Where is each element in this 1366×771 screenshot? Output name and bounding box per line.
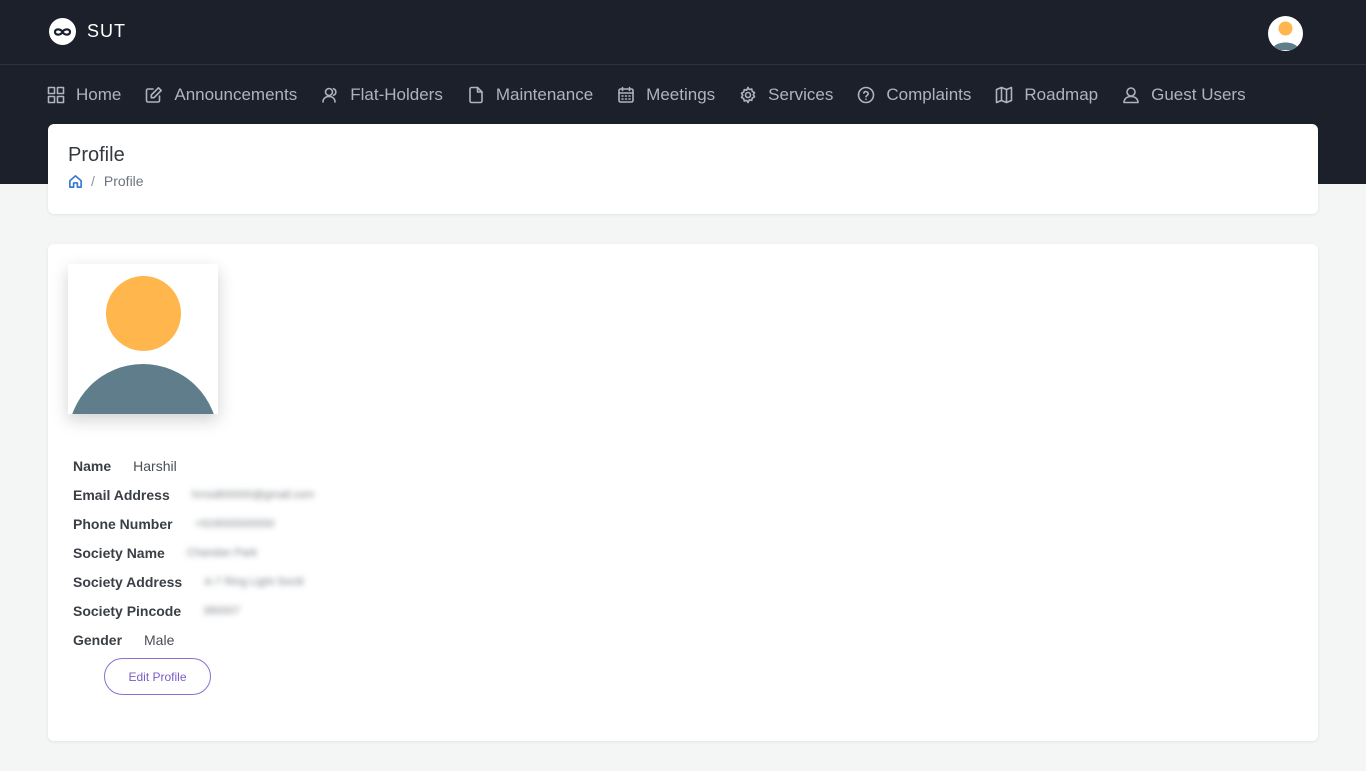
nav-maintenance[interactable]: Maintenance <box>467 85 593 105</box>
page-header-card: Profile / Profile <box>48 124 1318 214</box>
field-value: hrnsdt00000@gmail.com <box>191 488 315 501</box>
avatar-head <box>106 276 181 351</box>
field-name: Name Harshil <box>73 451 314 480</box>
avatar-body <box>68 364 218 414</box>
field-label: Phone Number <box>73 515 173 532</box>
gear-icon <box>740 86 756 103</box>
field-gender: Gender Male <box>73 625 314 654</box>
nav-label: Flat-Holders <box>350 84 443 104</box>
nav-label: Meetings <box>646 84 716 104</box>
nav-home[interactable]: Home <box>47 85 121 105</box>
calendar-icon <box>618 86 634 103</box>
nav-flat-holders[interactable]: Flat-Holders <box>321 85 443 105</box>
field-label: Society Address <box>73 573 183 590</box>
nav-guest-users[interactable]: Guest Users <box>1122 84 1246 105</box>
field-email: Email Address hrnsdt00000@gmail.com <box>73 480 314 509</box>
field-society-pincode: Society Pincode 380007 <box>73 596 314 625</box>
field-value: +919000000000 <box>194 517 275 530</box>
profile-picture <box>68 264 218 414</box>
map-icon <box>996 86 1013 103</box>
field-label: Email Address <box>73 486 170 503</box>
field-phone: Phone Number +919000000000 <box>73 509 314 538</box>
avatar-icon <box>1272 21 1299 50</box>
brand-logo[interactable]: SUT <box>49 18 126 45</box>
top-bar: SUT <box>0 0 1366 65</box>
nav-label: Announcements <box>174 84 298 104</box>
field-value: Harshil <box>133 457 177 474</box>
help-circle-icon <box>858 86 875 103</box>
field-label: Society Pincode <box>73 602 182 619</box>
breadcrumb-separator: / <box>91 173 95 189</box>
breadcrumb-current: Profile <box>103 173 144 189</box>
edit-icon <box>146 86 163 103</box>
nav-complaints[interactable]: Complaints <box>857 85 971 105</box>
field-label: Society Name <box>73 544 165 561</box>
nav-label: Complaints <box>886 84 972 104</box>
nav-label: Services <box>768 84 834 104</box>
field-value: Chandan Park <box>186 546 258 559</box>
users-icon <box>322 87 337 103</box>
page-title: Profile <box>68 144 125 166</box>
field-label: Name <box>73 457 112 474</box>
nav-announcements[interactable]: Announcements <box>145 85 297 105</box>
home-icon[interactable] <box>68 174 83 189</box>
infinity-icon <box>49 18 76 45</box>
field-society-address: Society Address A-7 Ring Light Sociti <box>73 567 314 596</box>
grid-icon <box>47 86 65 103</box>
field-value: 380007 <box>203 604 240 617</box>
field-label: Gender <box>73 631 123 648</box>
edit-profile-button[interactable]: Edit Profile <box>104 658 211 695</box>
nav-label: Guest Users <box>1151 84 1246 104</box>
nav-label: Roadmap <box>1024 84 1099 104</box>
nav-roadmap[interactable]: Roadmap <box>995 85 1098 105</box>
user-icon <box>1123 86 1139 103</box>
nav-meetings[interactable]: Meetings <box>617 85 715 105</box>
field-value: A-7 Ring Light Sociti <box>204 575 304 588</box>
nav-services[interactable]: Services <box>739 85 833 105</box>
nav-label: Home <box>76 84 122 104</box>
field-society-name: Society Name Chandan Park <box>73 538 314 567</box>
profile-details: Name Harshil Email Address hrnsdt00000@g… <box>73 451 314 654</box>
breadcrumb: / Profile <box>68 173 144 189</box>
profile-card: Name Harshil Email Address hrnsdt00000@g… <box>48 244 1318 741</box>
main-nav: Home Announcements Flat-Holders Maintena… <box>47 65 1270 124</box>
field-value: Male <box>144 631 175 648</box>
file-icon <box>469 86 483 103</box>
nav-label: Maintenance <box>495 84 594 104</box>
user-avatar-button[interactable] <box>1268 16 1303 51</box>
app-name: SUT <box>87 21 126 41</box>
